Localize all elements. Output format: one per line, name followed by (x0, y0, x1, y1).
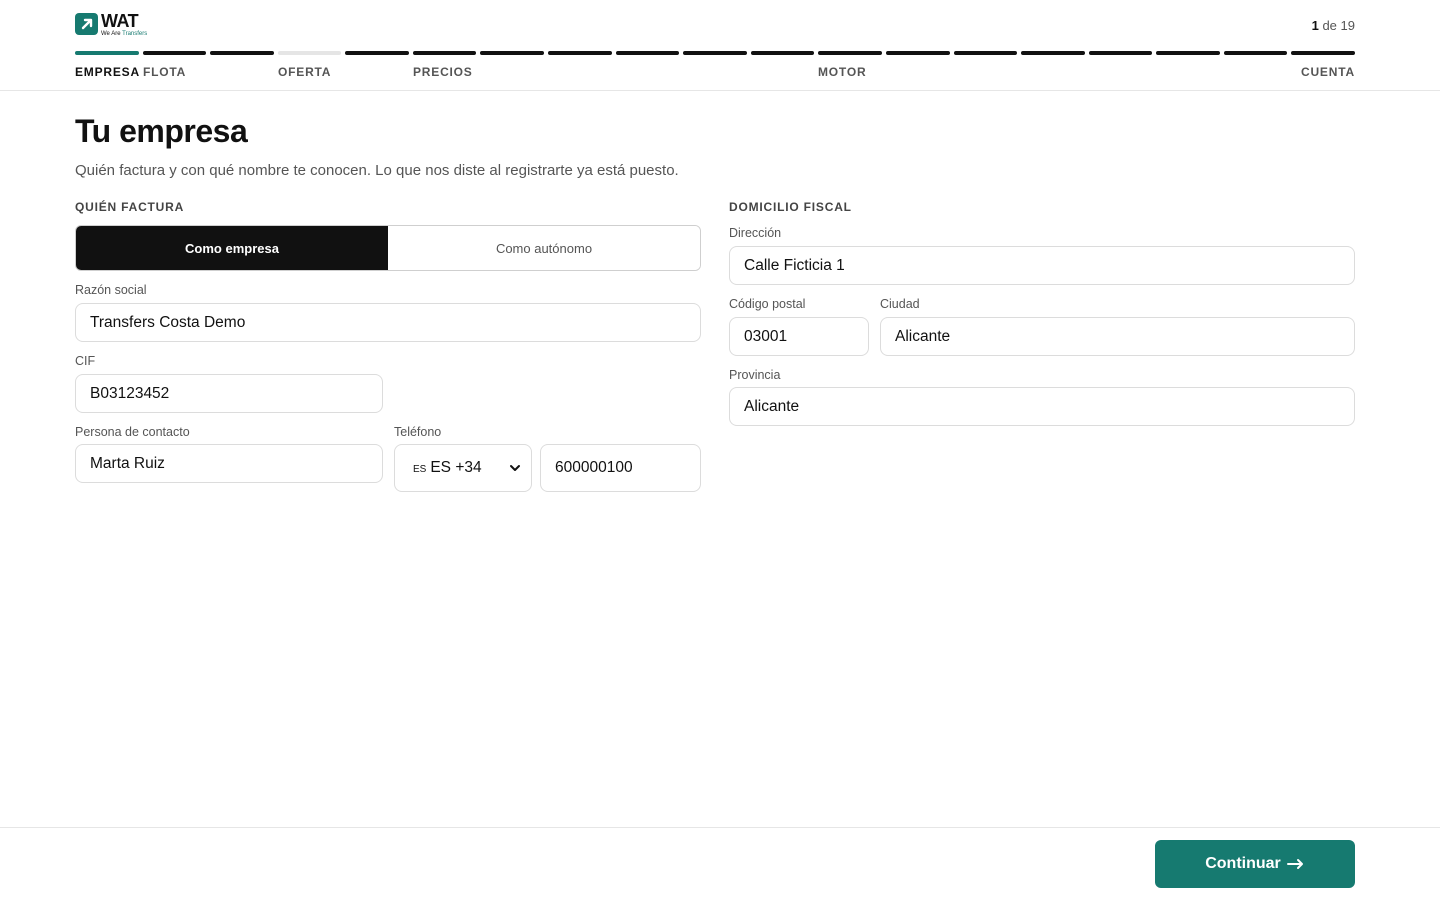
step-label-empresa[interactable]: EMPRESA (75, 65, 140, 79)
progress-segment (1021, 51, 1085, 55)
progress-segment (75, 51, 139, 55)
progress-segment (345, 51, 409, 55)
progress-segment (480, 51, 545, 55)
cif-label: CIF (75, 354, 96, 368)
logo-wordmark: WAT (101, 10, 139, 31)
razon-social-label: Razón social (75, 283, 147, 297)
arrow-up-right-icon (75, 13, 98, 35)
logo-text: WAT We Are Transfers (101, 12, 147, 37)
phone-prefix-value: ES ES +34 (413, 459, 482, 476)
progress-segment (412, 51, 477, 55)
step-current: 1 (1311, 18, 1319, 33)
step-label-cuenta[interactable]: CUENTA (1301, 65, 1355, 79)
phone-prefix-select[interactable]: ES ES +34 (394, 444, 532, 492)
billing-type-toggle: Como empresa Como autónomo (75, 225, 701, 271)
ciudad-input[interactable]: Alicante (880, 317, 1355, 356)
progress-segment (750, 51, 815, 55)
page-title: Tu empresa (75, 113, 248, 149)
ciudad-label: Ciudad (880, 297, 920, 311)
progress-segment (1291, 51, 1355, 55)
progress-bar (75, 51, 1355, 55)
step-label-oferta[interactable]: OFERTA (278, 65, 331, 79)
cif-input[interactable]: B03123452 (75, 374, 383, 413)
billing-option-autonomo[interactable]: Como autónomo (388, 226, 700, 270)
step-label-flota[interactable]: FLOTA (143, 65, 186, 79)
progress-segment (548, 51, 612, 55)
provincia-input[interactable]: Alicante (729, 387, 1355, 426)
continue-button[interactable]: Continuar (1155, 840, 1355, 888)
progress-segment (885, 51, 950, 55)
progress-segment (615, 51, 680, 55)
step-label-precios[interactable]: PRECIOS (413, 65, 473, 79)
step-counter: 1 de 19 (1312, 18, 1355, 33)
progress-segment (1156, 51, 1220, 55)
codigo-postal-input[interactable]: 03001 (729, 317, 869, 356)
continue-label: Continuar (1205, 855, 1281, 872)
direccion-label: Dirección (729, 226, 782, 240)
logo[interactable]: WAT We Are Transfers (75, 12, 147, 37)
footer-bar: Continuar (0, 827, 1440, 900)
arrow-right-icon (1286, 859, 1303, 869)
contacto-input[interactable]: Marta Ruiz (75, 444, 383, 483)
provincia-label: Provincia (729, 368, 781, 382)
page-subtitle: Quién factura y con qué nombre te conoce… (75, 162, 679, 179)
progress-segment (953, 51, 1018, 55)
step-separator: de (1322, 18, 1337, 33)
step-label-motor[interactable]: MOTOR (818, 65, 866, 79)
phone-number-input[interactable]: 600000100 (540, 444, 701, 492)
telefono-label: Teléfono (394, 425, 442, 439)
step-total: 19 (1340, 18, 1355, 33)
chevron-down-icon (510, 465, 520, 471)
top-header: WAT We Are Transfers 1 de 19 EMPRESA FLO… (0, 0, 1440, 91)
razon-social-input[interactable]: Transfers Costa Demo (75, 303, 701, 342)
progress-segment (142, 51, 207, 55)
contacto-label: Persona de contacto (75, 425, 190, 439)
direccion-input[interactable]: Calle Ficticia 1 (729, 246, 1355, 285)
progress-segment (277, 51, 342, 55)
progress-segment (818, 51, 882, 55)
billing-option-empresa[interactable]: Como empresa (76, 226, 388, 270)
logo-tagline: We Are Transfers (101, 30, 148, 37)
progress-segment (1088, 51, 1153, 55)
progress-segment (683, 51, 747, 55)
flag-es-icon: ES (413, 464, 427, 475)
progress-segment (1223, 51, 1288, 55)
fiscal-heading: DOMICILIO FISCAL (729, 200, 852, 214)
billing-heading: QUIÉN FACTURA (75, 200, 185, 214)
progress-segment (210, 51, 274, 55)
codigo-postal-label: Código postal (729, 297, 806, 311)
